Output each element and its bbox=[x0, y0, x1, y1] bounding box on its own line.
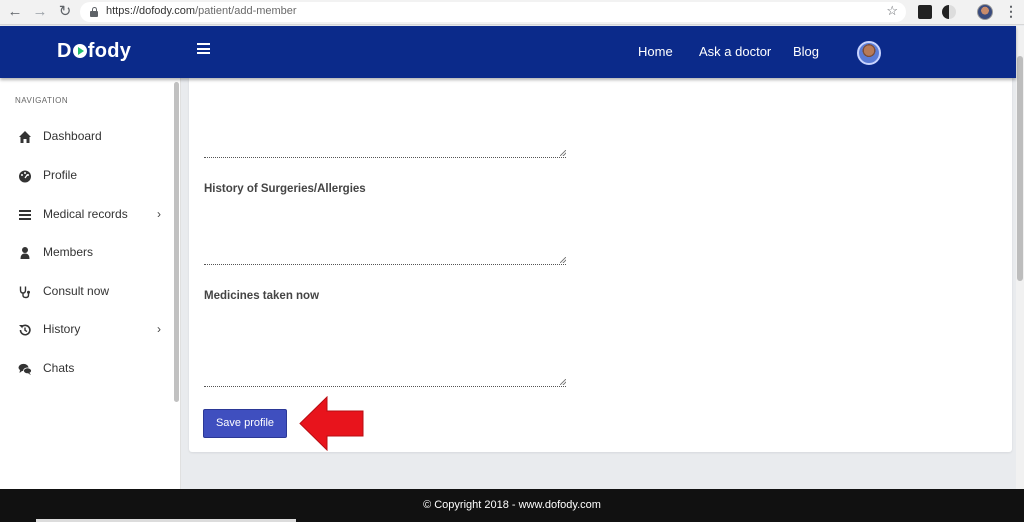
back-arrow-icon[interactable]: ← bbox=[6, 3, 24, 21]
sidebar-item-members[interactable]: Members bbox=[0, 234, 172, 272]
surgeries-allergies-textarea[interactable] bbox=[204, 204, 566, 265]
resize-handle-icon[interactable] bbox=[560, 257, 566, 263]
app-header: Dfody Home Ask a doctor Blog bbox=[0, 26, 1016, 78]
sidebar-item-profile[interactable]: Profile bbox=[0, 157, 172, 195]
stethoscope-icon bbox=[18, 285, 32, 299]
sidebar-item-label: Dashboard bbox=[43, 129, 102, 143]
sidebar-item-dashboard[interactable]: Dashboard bbox=[0, 118, 172, 156]
page-scrollbar-thumb[interactable] bbox=[1017, 56, 1023, 281]
browser-menu-icon[interactable]: ⋮ bbox=[1004, 3, 1018, 20]
sidebar-item-label: History bbox=[43, 322, 81, 336]
sidebar-scrollbar[interactable] bbox=[174, 82, 179, 402]
save-profile-button[interactable]: Save profile bbox=[203, 409, 287, 438]
nav-ask-doctor-link[interactable]: Ask a doctor bbox=[699, 44, 771, 59]
bookmark-star-icon[interactable]: ☆ bbox=[886, 3, 898, 19]
user-avatar[interactable] bbox=[857, 41, 881, 65]
nav-blog-link[interactable]: Blog bbox=[793, 44, 819, 59]
address-bar[interactable]: https://dofody.com/patient/add-member ☆ bbox=[80, 2, 906, 22]
chat-bubbles-icon bbox=[18, 362, 32, 376]
resize-handle-icon[interactable] bbox=[560, 150, 566, 156]
forward-arrow-icon[interactable]: → bbox=[31, 3, 49, 21]
lock-icon bbox=[90, 7, 98, 17]
browser-profile-avatar[interactable] bbox=[977, 4, 993, 20]
navigation-heading: NAVIGATION bbox=[15, 96, 69, 105]
sidebar-item-label: Medical records bbox=[43, 207, 128, 221]
chevron-right-icon: › bbox=[157, 322, 161, 336]
dark-mode-extension-icon[interactable] bbox=[942, 5, 956, 19]
reload-icon[interactable]: ↻ bbox=[56, 3, 74, 21]
nav-home-link[interactable]: Home bbox=[638, 44, 673, 59]
sidebar-item-label: Members bbox=[43, 245, 94, 259]
sidebar-item-label: Profile bbox=[43, 168, 78, 182]
chevron-right-icon: › bbox=[157, 207, 161, 221]
user-icon bbox=[18, 246, 32, 260]
sidebar-item-consult-now[interactable]: Consult now bbox=[0, 273, 172, 311]
page-scrollbar[interactable] bbox=[1016, 26, 1024, 489]
footer: © Copyright 2018 - www.dofody.com bbox=[0, 489, 1024, 522]
sidebar: NAVIGATION Dashboard Profile Medical rec… bbox=[0, 78, 181, 489]
hamburger-menu-icon[interactable] bbox=[197, 43, 210, 54]
resize-handle-icon[interactable] bbox=[560, 379, 566, 385]
previous-textarea[interactable] bbox=[204, 78, 566, 158]
browser-toolbar: ← → ↻ https://dofody.com/patient/add-mem… bbox=[0, 0, 1024, 25]
medicines-taken-textarea[interactable] bbox=[204, 310, 566, 387]
add-member-form-card: History of Surgeries/Allergies Medicines… bbox=[189, 78, 1012, 452]
extension-icon[interactable] bbox=[918, 5, 932, 19]
copyright-text: © Copyright 2018 - www.dofody.com bbox=[423, 499, 601, 511]
list-icon bbox=[18, 208, 32, 222]
play-circle-icon bbox=[72, 44, 87, 58]
sidebar-item-history[interactable]: History › bbox=[0, 311, 172, 349]
surgeries-allergies-label: History of Surgeries/Allergies bbox=[204, 183, 366, 195]
sidebar-item-medical-records[interactable]: Medical records › bbox=[0, 196, 172, 234]
sidebar-item-label: Chats bbox=[43, 361, 75, 375]
sidebar-item-chats[interactable]: Chats bbox=[0, 350, 172, 388]
dofody-logo[interactable]: Dfody bbox=[57, 40, 131, 63]
home-icon bbox=[18, 130, 32, 144]
dashboard-gauge-icon bbox=[18, 169, 32, 183]
medicines-taken-label: Medicines taken now bbox=[204, 290, 320, 302]
sidebar-item-label: Consult now bbox=[43, 284, 110, 298]
url-text: https://dofody.com/patient/add-member bbox=[106, 5, 297, 17]
red-arrow-pointer-icon bbox=[299, 396, 364, 451]
history-icon bbox=[18, 323, 32, 337]
